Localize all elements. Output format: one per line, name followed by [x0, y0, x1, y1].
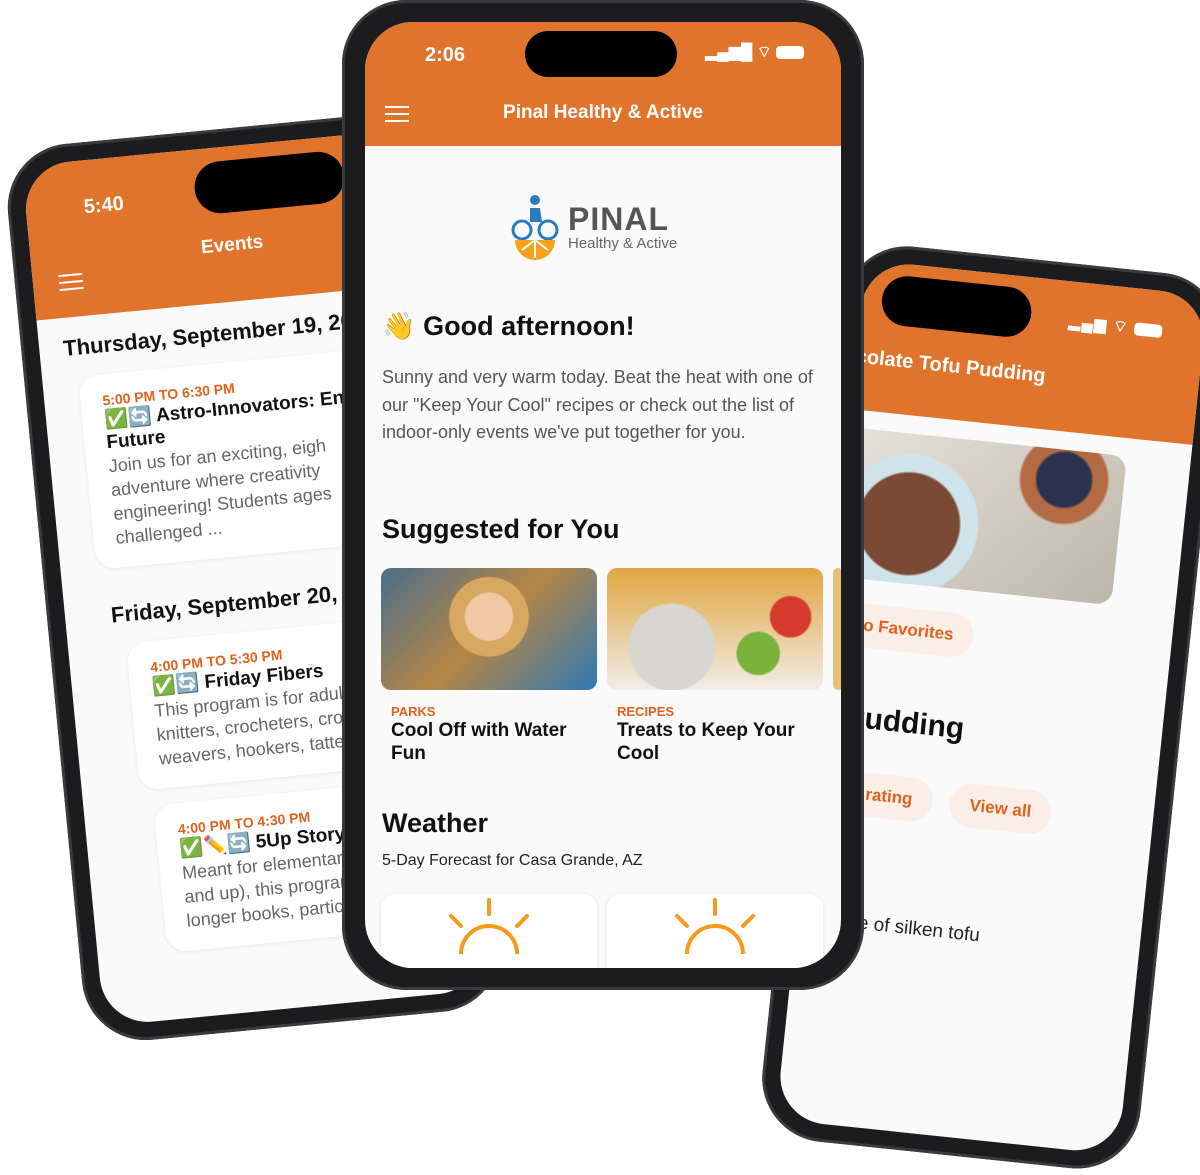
greeting: 👋 Good afternoon!: [382, 311, 635, 341]
status-time: 2:06: [425, 44, 466, 66]
sun-icon: [449, 898, 529, 968]
weather-subtitle: 5-Day Forecast for Casa Grande, AZ: [382, 852, 643, 869]
suggestion-card[interactable]: PARKS Cool Off with Water Fun: [381, 568, 597, 765]
intro-text: Sunny and very warm today. Beat the heat…: [382, 367, 813, 442]
pinal-logo: PINAL Healthy & Active: [510, 192, 841, 262]
battery-icon: [776, 46, 805, 60]
suggestion-category: PARKS: [391, 704, 436, 719]
status-icons: ▂▄▆ ⌔: [1068, 311, 1163, 341]
forecast-day-card[interactable]: [607, 894, 823, 968]
home-header: 2:06 ▂▄▆█ ⌔ Pinal Healthy & Active: [365, 22, 841, 146]
signal-icon: ▂▄▆█: [705, 44, 753, 61]
view-all-button[interactable]: View all: [947, 781, 1054, 837]
suggestion-image: [833, 568, 841, 690]
logo-tagline: Healthy & Active: [568, 234, 678, 252]
signal-icon: ▂▄▆: [1067, 313, 1109, 335]
dynamic-island: [525, 31, 677, 77]
cyclist-logo-icon: [511, 195, 559, 260]
suggestion-category: RECIPES: [617, 704, 675, 719]
recipe-header: ▂▄▆ ⌔ colate Tofu Pudding: [850, 259, 1200, 445]
status-time: 5:40: [82, 192, 125, 219]
sun-icon: [675, 898, 755, 968]
weather-heading: Weather: [382, 808, 489, 838]
page-title: colate Tofu Pudding: [854, 345, 1047, 388]
home-phone: 2:06 ▂▄▆█ ⌔ Pinal Healthy & Active PINAL…: [342, 0, 864, 990]
wifi-icon: ⌔: [756, 44, 772, 61]
dynamic-island: [879, 273, 1034, 340]
suggestion-image: [607, 568, 823, 690]
suggestion-title: Cool Off with Water Fun: [391, 720, 567, 764]
suggestion-card[interactable]: RECIPES Treats to Keep Your Cool: [607, 568, 823, 765]
suggestion-card-partial[interactable]: [833, 568, 841, 690]
forecast-day-card[interactable]: [381, 894, 597, 968]
suggested-heading: Suggested for You: [382, 514, 620, 544]
battery-icon: [1133, 322, 1163, 339]
logo-name: PINAL: [568, 200, 669, 237]
hamburger-icon[interactable]: [58, 272, 84, 292]
suggestion-image: [381, 568, 597, 690]
suggestion-title: Treats to Keep Your Cool: [617, 720, 795, 764]
page-title: Pinal Healthy & Active: [503, 102, 703, 123]
home-screen: 2:06 ▂▄▆█ ⌔ Pinal Healthy & Active PINAL…: [365, 22, 841, 968]
wifi-icon: ⌔: [1111, 317, 1130, 337]
status-icons: ▂▄▆█ ⌔: [705, 42, 805, 62]
dynamic-island: [192, 149, 347, 216]
